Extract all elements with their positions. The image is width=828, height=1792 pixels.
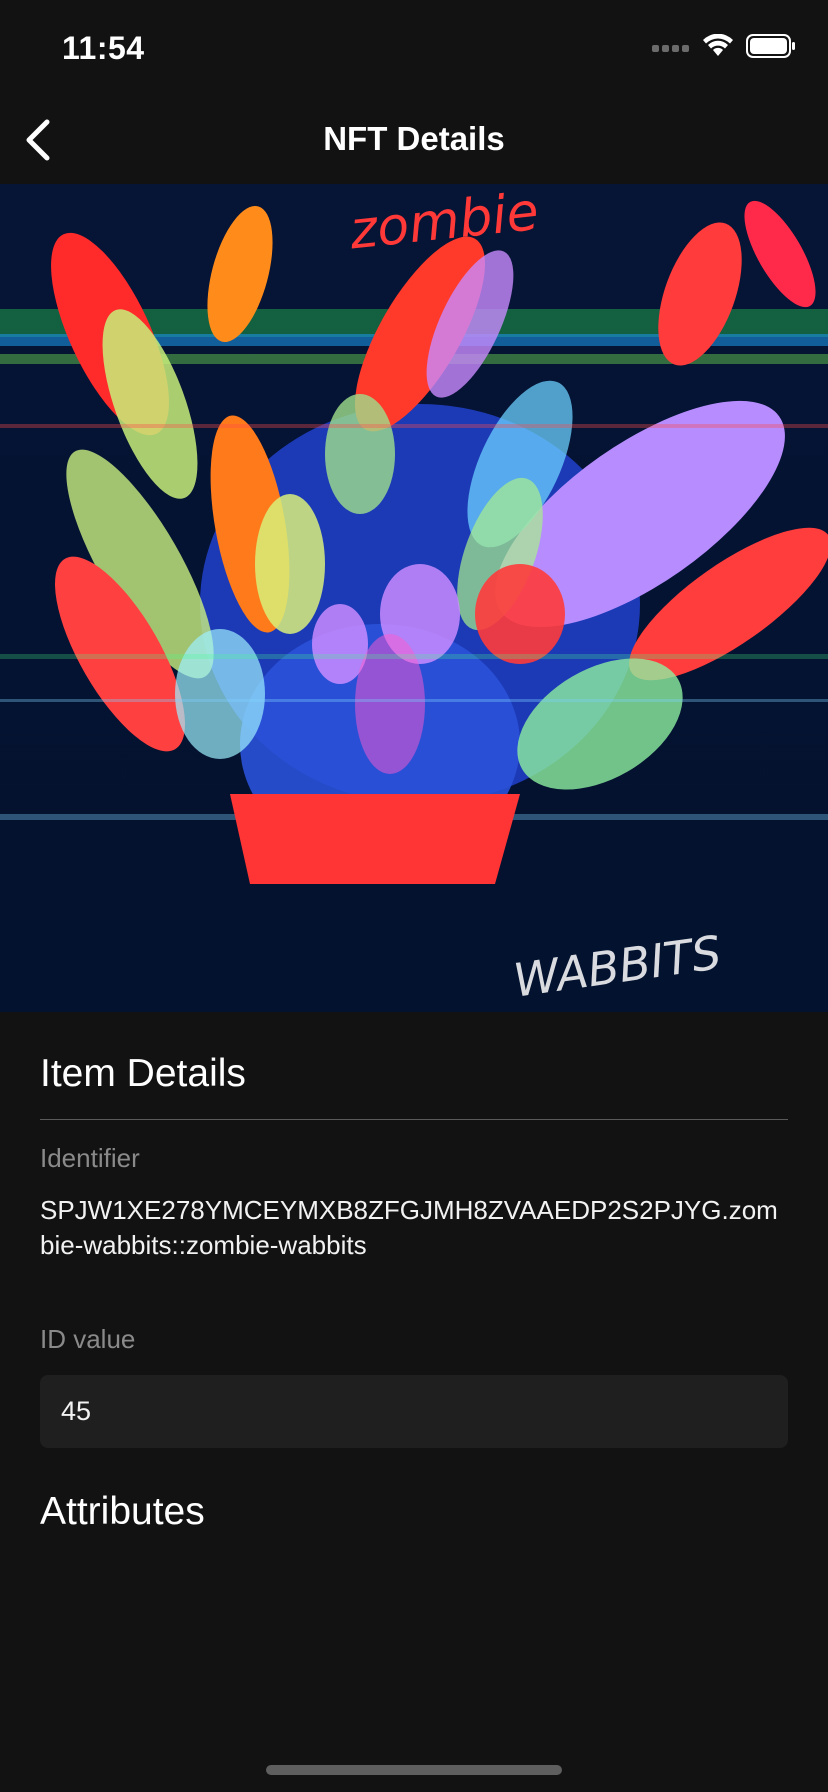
attributes-heading: Attributes: [40, 1490, 205, 1533]
home-indicator[interactable]: [266, 1765, 562, 1775]
status-time: 11:54: [62, 30, 145, 66]
id-value-text: 45: [61, 1396, 92, 1426]
section-divider: [40, 1119, 788, 1120]
item-details-heading: Item Details: [40, 1052, 246, 1095]
battery-icon: [746, 34, 796, 63]
status-icons: [652, 33, 796, 63]
wifi-icon: [702, 33, 734, 63]
identifier-value: SPJW1XE278YMCEYMXB8ZFGJMH8ZVAAEDP2S2PJYG…: [40, 1195, 778, 1260]
id-value-field: 45: [40, 1375, 788, 1448]
status-bar: 11:54: [0, 0, 828, 100]
page-title: NFT Details: [323, 120, 505, 157]
id-value-label: ID value: [40, 1324, 136, 1354]
navigation-bar: NFT Details: [0, 100, 828, 184]
signal-dots-icon: [652, 40, 690, 58]
nft-artwork-image: zombie WABBITS: [0, 184, 828, 1012]
identifier-label: Identifier: [40, 1143, 140, 1173]
